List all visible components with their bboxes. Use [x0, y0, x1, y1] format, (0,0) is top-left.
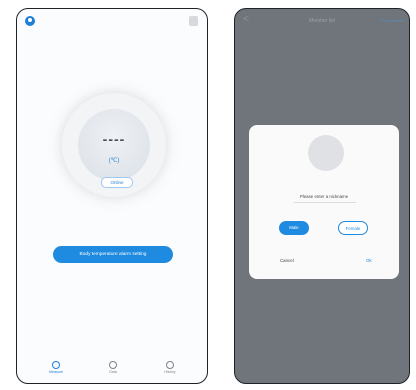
- add-member-button[interactable]: Add member: [381, 18, 404, 23]
- female-button[interactable]: Female: [338, 221, 368, 235]
- nickname-input[interactable]: [294, 202, 356, 203]
- status-badge: Online: [101, 177, 133, 188]
- tab-history-label: History: [164, 370, 176, 374]
- menu-icon[interactable]: [189, 16, 198, 26]
- right-phone-screen: < Member list Add member Please enter a …: [234, 8, 410, 384]
- cancel-button[interactable]: Cancel: [280, 258, 294, 263]
- tab-measure[interactable]: Measure: [41, 361, 71, 374]
- ok-button[interactable]: Ok: [366, 258, 372, 263]
- tab-bar: Measure Data History: [17, 357, 207, 383]
- tab-measure-label: Measure: [49, 370, 63, 374]
- tab-data-label: Data: [109, 370, 117, 374]
- clock-icon: [166, 361, 174, 369]
- nickname-dialog: Please enter a nickname Male Female Canc…: [249, 125, 399, 279]
- gauge-inner-circle: ---- (℃): [78, 109, 150, 181]
- avatar[interactable]: [308, 135, 344, 171]
- alarm-setting-button[interactable]: Body temperature alarm setting: [53, 246, 173, 263]
- tab-history[interactable]: History: [155, 361, 185, 374]
- gauge-icon: [52, 361, 60, 369]
- tab-data[interactable]: Data: [98, 361, 128, 374]
- user-avatar-icon[interactable]: [25, 16, 35, 26]
- male-button[interactable]: Male: [279, 221, 309, 235]
- data-icon: [109, 361, 117, 369]
- left-phone-screen: ---- (℃) Online Body temperature alarm s…: [16, 8, 208, 384]
- temperature-unit: (℃): [108, 158, 120, 164]
- nickname-prompt: Please enter a nickname: [299, 194, 349, 199]
- temperature-value: ----: [102, 131, 126, 147]
